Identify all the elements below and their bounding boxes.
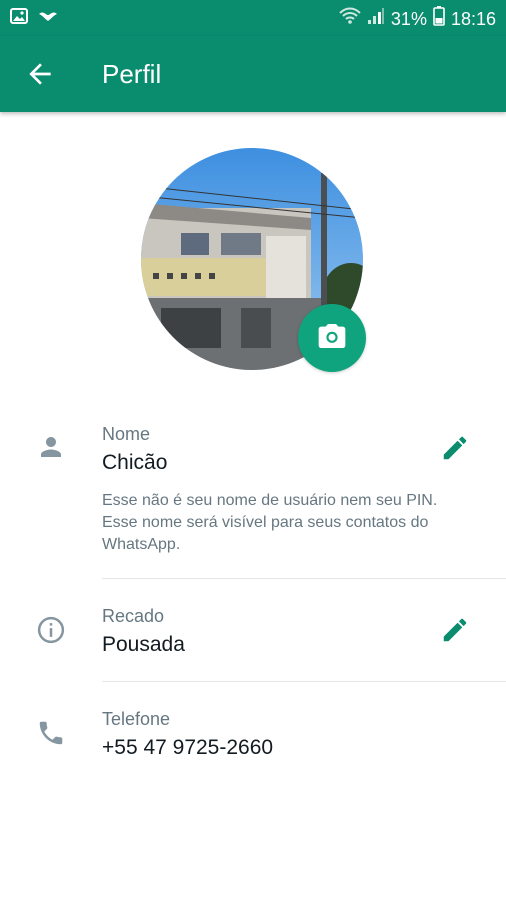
about-value[interactable]: Pousada <box>102 631 185 659</box>
edit-name-button[interactable] <box>440 433 470 463</box>
app-bar: Perfil <box>0 36 506 112</box>
status-bar: 31% 18:16 <box>0 0 506 36</box>
phone-label: Telefone <box>102 709 171 729</box>
phone-value: +55 47 9725-2660 <box>102 736 274 759</box>
divider <box>102 578 506 579</box>
image-icon <box>10 8 28 29</box>
change-photo-button[interactable] <box>298 304 366 372</box>
edit-about-button[interactable] <box>440 615 470 645</box>
battery-icon <box>433 6 445 31</box>
profile-photo-container <box>141 148 366 372</box>
name-value[interactable]: Chicão <box>102 449 167 477</box>
wifi-icon <box>339 7 361 30</box>
back-button[interactable] <box>24 58 56 90</box>
page-title: Perfil <box>102 59 162 89</box>
bird-icon <box>38 9 58 28</box>
camera-icon <box>316 320 348 357</box>
name-hint: Esse não é seu nome de usuário nem seu P… <box>102 492 438 553</box>
clock: 18:16 <box>450 8 496 29</box>
phone-icon <box>36 718 66 748</box>
person-icon <box>36 432 66 462</box>
arrow-left-icon <box>24 63 56 94</box>
info-icon <box>36 615 66 645</box>
battery-percent: 31% <box>390 8 427 29</box>
pencil-icon <box>440 618 470 649</box>
pencil-icon <box>440 436 470 467</box>
name-label: Nome <box>102 424 151 444</box>
about-label: Recado <box>102 606 165 626</box>
divider <box>102 681 506 682</box>
signal-icon <box>367 7 385 30</box>
